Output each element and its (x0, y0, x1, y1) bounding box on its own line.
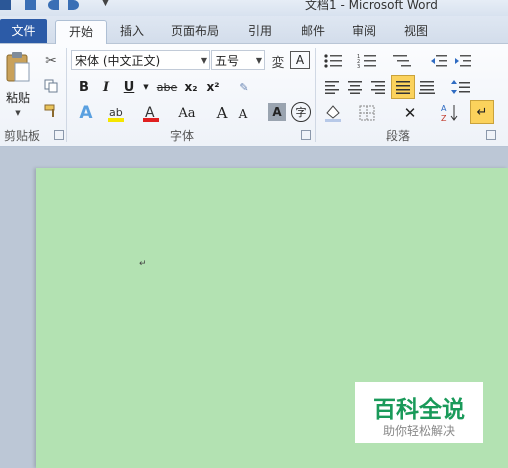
sort-icon[interactable]: AZ (440, 102, 460, 124)
char-shading-icon[interactable]: A (268, 103, 286, 121)
svg-text:ab: ab (109, 106, 123, 119)
paste-label: 粘贴 (5, 91, 30, 105)
shading-icon[interactable] (322, 102, 344, 124)
tab-mailings[interactable]: 邮件 (293, 20, 333, 42)
cut-icon[interactable]: ✂ (42, 52, 60, 70)
clipboard-launcher-icon[interactable] (54, 130, 64, 140)
svg-text:3: 3 (357, 64, 360, 69)
clear-format-icon[interactable]: ✎ (234, 77, 254, 97)
increase-indent-icon[interactable] (454, 51, 472, 71)
title-bar: ▼ 文档1 - Microsoft Word (0, 0, 508, 16)
chevron-down-icon: ▼ (200, 56, 207, 65)
chevron-down-icon[interactable]: ▼ (141, 82, 151, 92)
enclose-char-icon[interactable]: 字 (291, 102, 311, 122)
font-launcher-icon[interactable] (301, 130, 311, 140)
tab-home[interactable]: 开始 (55, 20, 107, 44)
group-separator (315, 48, 316, 142)
window-title: 文档1 - Microsoft Word (305, 0, 438, 12)
font-size-combo[interactable]: 五号 ▼ (211, 50, 265, 70)
highlight-icon[interactable]: ab (105, 102, 127, 124)
align-center-icon[interactable] (345, 77, 365, 97)
align-left-icon[interactable] (322, 77, 342, 97)
show-marks-icon[interactable]: ↵ (470, 100, 494, 124)
tab-insert[interactable]: 插入 (112, 20, 152, 42)
watermark-subtitle: 助你轻松解决 (382, 424, 455, 438)
text-effects-icon[interactable]: A (75, 102, 97, 124)
numbering-icon[interactable]: 123 (356, 51, 380, 71)
decrease-indent-icon[interactable] (430, 51, 448, 71)
chevron-down-icon: ▼ (15, 109, 21, 117)
font-group-label: 字体 (170, 129, 195, 143)
font-size-value: 五号 (215, 54, 240, 68)
tab-references[interactable]: 引用 (240, 20, 280, 42)
borders-icon[interactable] (356, 102, 378, 124)
font-color-icon[interactable]: A (140, 102, 162, 124)
svg-text:A: A (441, 104, 447, 113)
shrink-font-button[interactable]: A (236, 104, 250, 124)
justify-icon[interactable] (391, 75, 415, 99)
customize-toolbar-icon[interactable]: ▼ (102, 0, 109, 8)
grow-font-button[interactable]: A (214, 102, 230, 124)
italic-button[interactable]: I (97, 77, 115, 97)
paragraph-launcher-icon[interactable] (486, 130, 496, 140)
watermark-logo: 百科全说 助你轻松解决 (355, 382, 483, 443)
line-spacing-icon[interactable] (448, 77, 474, 97)
undo-icon[interactable] (48, 0, 59, 10)
paragraph-group-label: 段落 (386, 129, 411, 143)
clipboard-group-label: 剪贴板 (4, 129, 41, 143)
format-painter-icon[interactable] (42, 102, 60, 120)
subscript-button[interactable]: x₂ (182, 77, 200, 97)
tab-review[interactable]: 审阅 (344, 20, 384, 42)
phonetic-guide-icon[interactable]: 変 (267, 51, 289, 71)
font-name-combo[interactable]: 宋体 (中文正文) ▼ (71, 50, 210, 70)
chevron-down-icon: ▼ (255, 56, 262, 65)
paragraph-mark: ↵ (139, 259, 147, 269)
tab-file[interactable]: 文件 (0, 19, 47, 43)
copy-icon[interactable] (42, 77, 60, 95)
word-app-icon[interactable] (0, 0, 11, 10)
watermark-title: 百科全说 (373, 397, 465, 423)
multilevel-list-icon[interactable] (390, 51, 414, 71)
paste-icon (6, 52, 30, 82)
superscript-button[interactable]: x² (204, 77, 222, 97)
underline-button[interactable]: U (120, 77, 138, 97)
redo-icon[interactable] (68, 0, 79, 10)
group-separator (66, 48, 67, 142)
change-case-button[interactable]: Aa (174, 102, 200, 124)
strikethrough-button[interactable]: abe (155, 77, 179, 97)
bold-button[interactable]: B (75, 77, 93, 97)
tab-view[interactable]: 视图 (396, 20, 436, 42)
bullets-icon[interactable] (322, 51, 346, 71)
tab-page-layout[interactable]: 页面布局 (165, 20, 225, 42)
align-right-icon[interactable] (368, 77, 388, 97)
svg-text:Z: Z (441, 114, 447, 123)
save-icon[interactable] (25, 0, 36, 10)
ribbon-home: 粘贴 ▼ ✂ 剪贴板 宋体 (中文正文) ▼ 五号 ▼ 変 A B I U ▼ … (0, 44, 508, 147)
ribbon-tabs: 文件 开始 插入 页面布局 引用 邮件 审阅 视图 (0, 16, 508, 44)
font-name-value: 宋体 (中文正文) (75, 54, 161, 68)
char-border-icon[interactable]: A (290, 51, 310, 69)
chinese-layout-icon[interactable]: ✕ (398, 102, 422, 124)
paste-button[interactable]: 粘贴 ▼ (2, 48, 34, 120)
distributed-align-icon[interactable] (417, 77, 437, 97)
